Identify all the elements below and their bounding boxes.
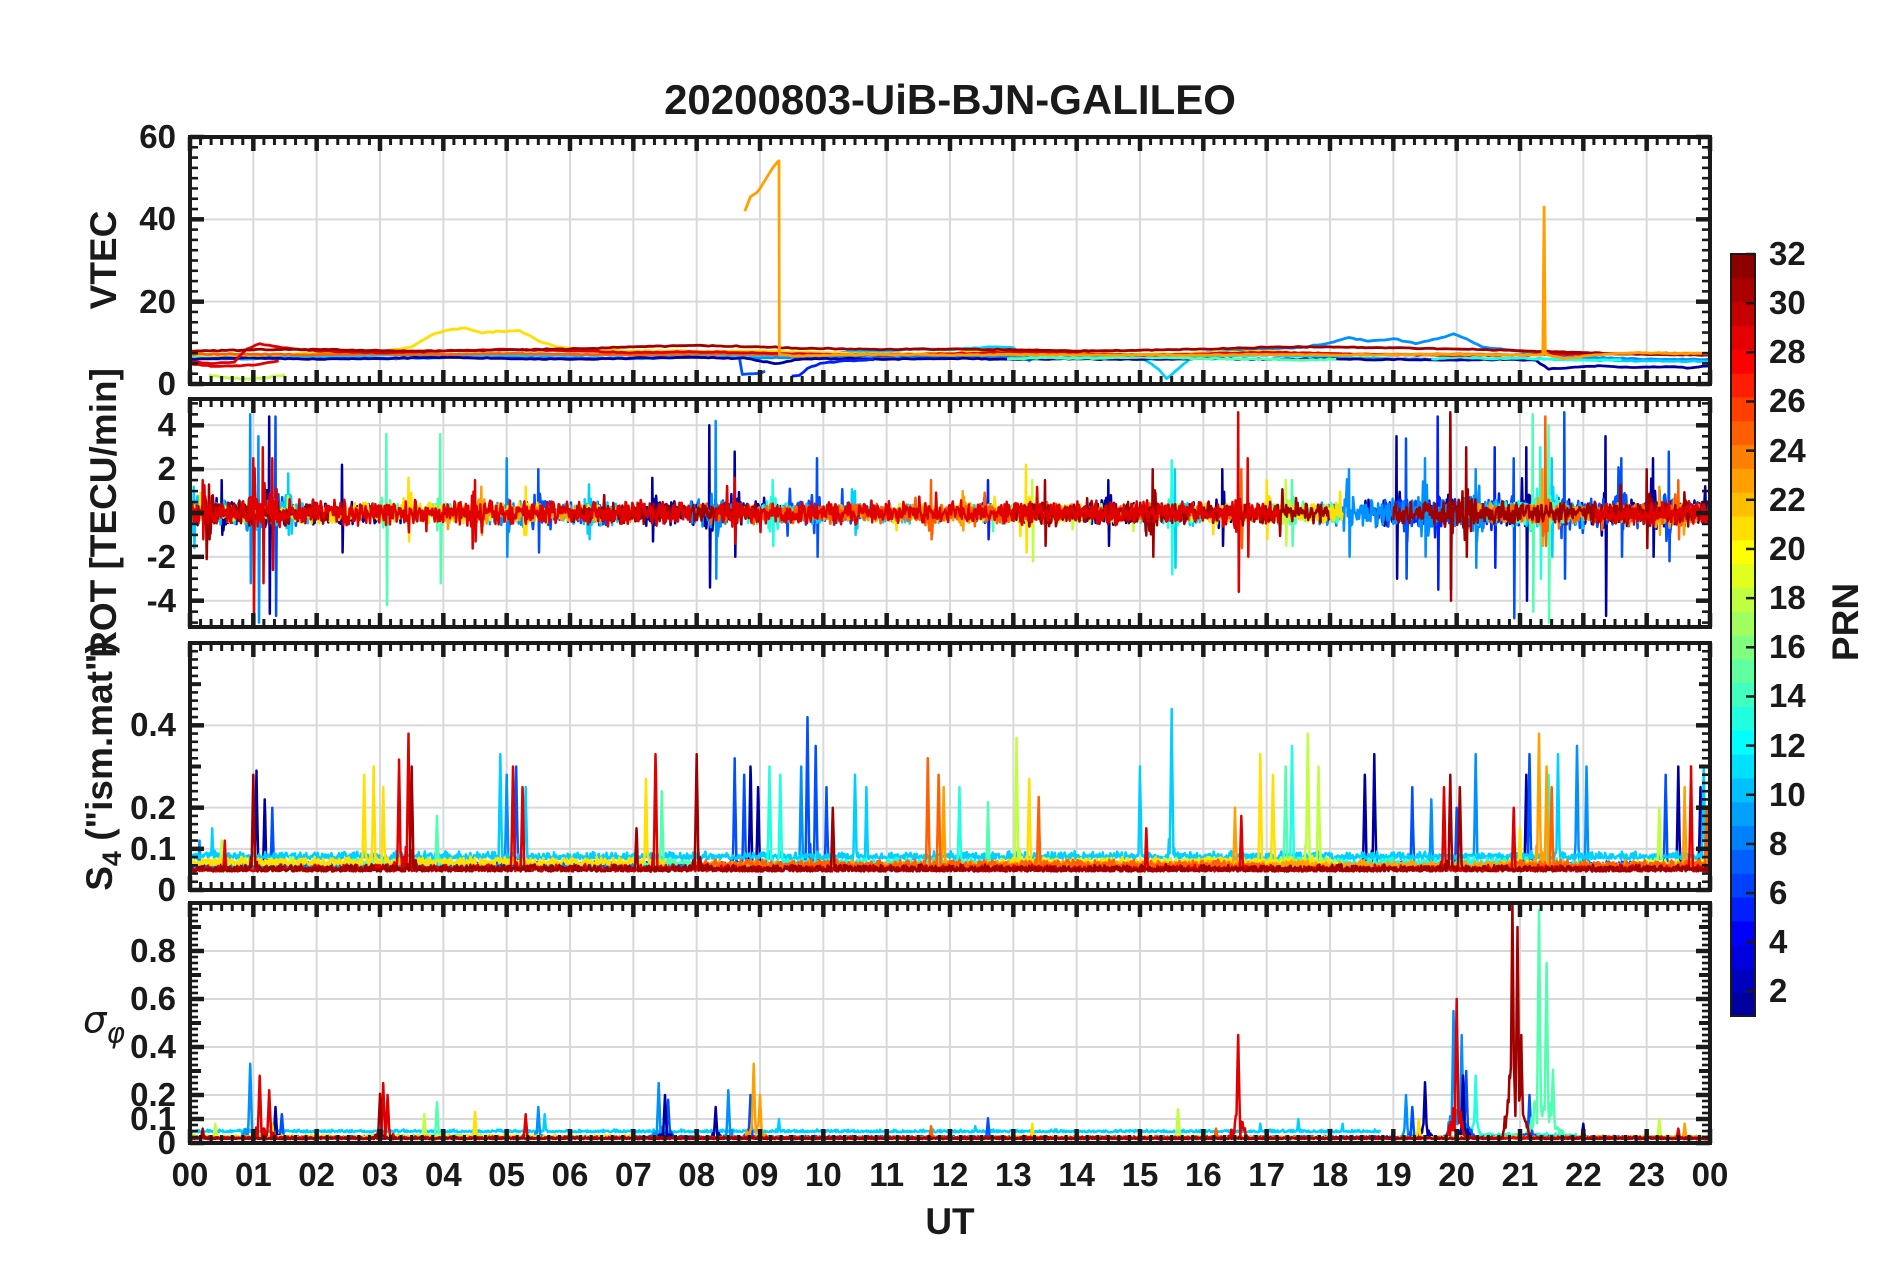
colorbar-tick-label: 22 [1769, 480, 1806, 518]
vtec-series-line [791, 358, 875, 378]
colorbar-block [1731, 492, 1755, 517]
colorbar-block [1731, 277, 1755, 303]
colorbar-block [1731, 944, 1755, 969]
colorbar-tick-label: 26 [1769, 382, 1806, 420]
x-tick-label: 00 [1691, 1156, 1729, 1193]
chart-title: 20200803-UiB-BJN-GALILEO [664, 76, 1236, 123]
colorbar-tick-label: 28 [1769, 333, 1806, 371]
colorbar-tick-label: 10 [1769, 775, 1806, 813]
colorbar-block [1731, 896, 1755, 922]
y-tick-label-vtec: 60 [139, 118, 176, 155]
colorbar-block [1731, 325, 1755, 350]
colorbar-block [1731, 706, 1755, 731]
colorbar [1730, 252, 1756, 1017]
colorbar-block [1731, 658, 1755, 684]
s4-series-line [190, 765, 667, 867]
colorbar-block [1731, 515, 1755, 541]
colorbar-block [1731, 587, 1755, 612]
colorbar-block [1731, 563, 1755, 588]
y-tick-label-s4: 0.1 [130, 829, 176, 867]
y-tick-label-sigma: 0.6 [130, 980, 176, 1017]
colorbar-block [1731, 254, 1755, 279]
colorbar-block [1731, 301, 1755, 327]
y-tick-label-sigma: 0.2 [130, 1076, 176, 1113]
sigma-grid [190, 903, 1710, 1143]
y-tick-label-sigma: 0.8 [130, 932, 176, 969]
panel-rot [187, 397, 1713, 629]
sigma-series-line [1525, 908, 1565, 1134]
y-tick-label-vtec: 20 [139, 282, 176, 320]
colorbar-tick-label: 20 [1769, 529, 1806, 567]
colorbar-tick-label: 6 [1769, 874, 1788, 912]
y-tick-label-rot: -4 [146, 581, 176, 619]
colorbar-block [1731, 682, 1755, 708]
colorbar-block [1731, 420, 1755, 446]
colorbar-block [1731, 373, 1755, 398]
figure: 20200803-UiB-BJN-GALILEO VTEC ROT [TECU/… [0, 0, 1902, 1272]
y-tick-label-s4: 0.2 [130, 788, 176, 826]
panel-sigma [187, 901, 1713, 1146]
y-tick-label-s4: 0.4 [130, 706, 176, 744]
y-tick-label-rot: 0 [157, 494, 176, 531]
panel-s4 [187, 641, 1713, 893]
colorbar-label: PRN [1825, 582, 1866, 662]
colorbar-block [1731, 444, 1755, 469]
colorbar-block [1731, 611, 1755, 636]
sigma-series-line [1012, 1108, 1331, 1140]
colorbar-block [1731, 730, 1755, 755]
rot-series-line [689, 419, 742, 581]
colorbar-tick-label: 12 [1769, 726, 1806, 764]
y-tick-label-s4: 0 [157, 871, 176, 908]
y-tick-label-rot: 2 [157, 450, 176, 488]
colorbar-block [1731, 968, 1755, 993]
y-tick-label-rot: 4 [157, 406, 176, 444]
y-tick-label-sigma: 0.4 [130, 1028, 176, 1065]
colorbar-block [1731, 468, 1755, 493]
y-tick-label-rot: -2 [146, 537, 176, 575]
colorbar-tick-label: 18 [1769, 579, 1806, 617]
colorbar-tick-label: 16 [1769, 628, 1806, 666]
colorbar-block [1731, 849, 1755, 874]
y-tick-label-vtec: 0 [157, 365, 176, 402]
colorbar-block [1731, 992, 1755, 1017]
colorbar-block [1731, 539, 1755, 565]
colorbar-tick-label: 14 [1769, 677, 1806, 715]
panel-vtec [187, 134, 1713, 387]
y-tick-label-vtec: 40 [139, 200, 176, 238]
colorbar-tick-label: 2 [1769, 972, 1788, 1010]
colorbar-tick-label: 32 [1769, 235, 1806, 272]
vtec-series-line [743, 159, 1710, 360]
colorbar-tick-label: 24 [1769, 431, 1806, 469]
colorbar-block [1731, 801, 1755, 827]
colorbar-block [1731, 754, 1755, 779]
colorbar-tick-label: 4 [1769, 923, 1788, 961]
x-axis-label: UT [925, 1201, 975, 1242]
colorbar-block [1731, 777, 1755, 803]
colorbar-tick-label: 30 [1769, 284, 1806, 322]
colorbar-block [1731, 825, 1755, 850]
colorbar-tick-label: 8 [1769, 824, 1788, 862]
plot-canvas [187, 134, 1756, 1146]
